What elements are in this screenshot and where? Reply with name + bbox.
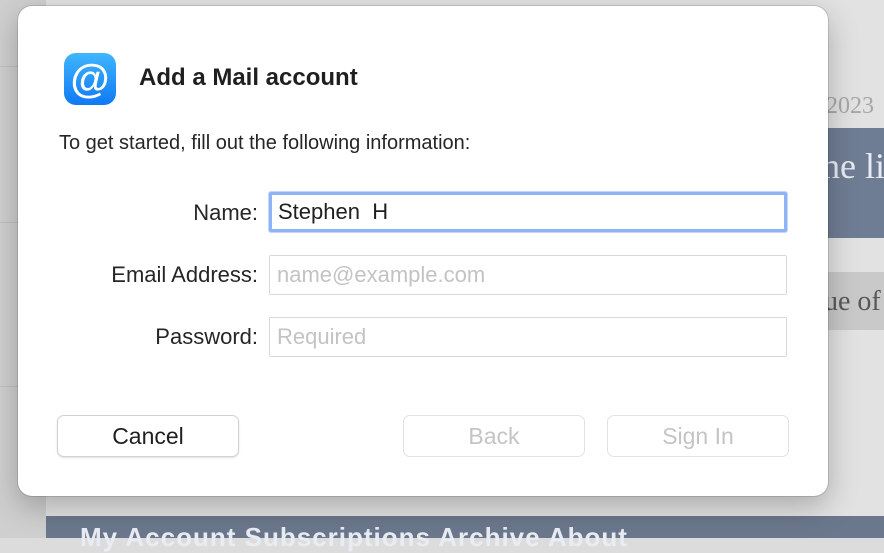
password-label: Password:	[155, 324, 258, 349]
background-hero-text: he li	[822, 146, 884, 186]
name-label: Name:	[193, 200, 258, 225]
cancel-button[interactable]: Cancel	[57, 415, 239, 457]
add-mail-account-dialog: @ Add a Mail account To get started, fil…	[18, 6, 828, 496]
email-label: Email Address:	[111, 262, 258, 287]
background-year-text: 2023	[826, 93, 874, 119]
dialog-title: Add a Mail account	[139, 64, 358, 91]
back-button[interactable]: Back	[403, 415, 585, 457]
at-sign-icon: @	[64, 53, 116, 105]
at-sign-glyph: @	[70, 57, 110, 101]
email-input[interactable]	[269, 255, 787, 295]
sign-in-button[interactable]: Sign In	[607, 415, 789, 457]
password-input[interactable]	[269, 317, 787, 357]
background-sub-text: ue of	[824, 286, 881, 317]
dialog-subtitle: To get started, fill out the following i…	[59, 132, 471, 154]
name-input[interactable]	[269, 192, 787, 232]
